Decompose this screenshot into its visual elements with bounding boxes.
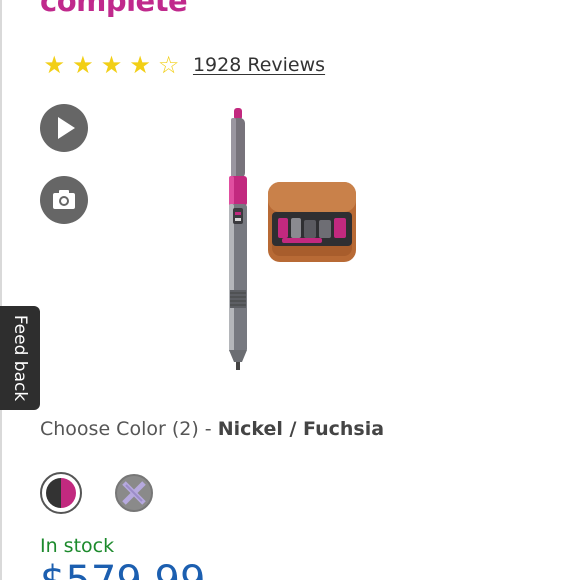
star-half-icon: ☆ [157,51,180,79]
nickel-fuchsia-swatch-icon [46,478,76,508]
star-full-icon: ★ [43,51,66,79]
camera-icon [53,190,75,209]
selected-color-name: Nickel / Fuchsia [217,418,385,440]
rating-row: ★ ★ ★ ★ ☆ 1928 Reviews [40,51,326,79]
product-title: complete [40,0,188,18]
page-left-border [0,0,2,580]
view-photos-button[interactable] [40,176,88,224]
stock-status: In stock [40,535,115,557]
star-full-icon: ★ [72,51,94,79]
choose-color-label: Choose Color (2) - Nickel / Fuchsia [40,418,384,440]
iron-purple-swatch-icon [115,474,153,512]
play-video-button[interactable] [40,104,88,152]
feedback-tab[interactable]: Feed back [0,306,40,410]
product-image [229,108,356,370]
feedback-label: Feed back [10,314,30,402]
reviews-link[interactable]: 1928 Reviews [193,54,325,76]
product-price: $579.99 [40,558,205,580]
play-icon [58,117,75,139]
choose-color-prefix: Choose Color (2) - [40,418,218,440]
star-full-icon: ★ [129,51,151,79]
color-swatch-iron-purple[interactable] [114,473,154,513]
star-full-icon: ★ [100,51,123,79]
color-swatch-nickel-fuchsia[interactable] [40,472,82,514]
